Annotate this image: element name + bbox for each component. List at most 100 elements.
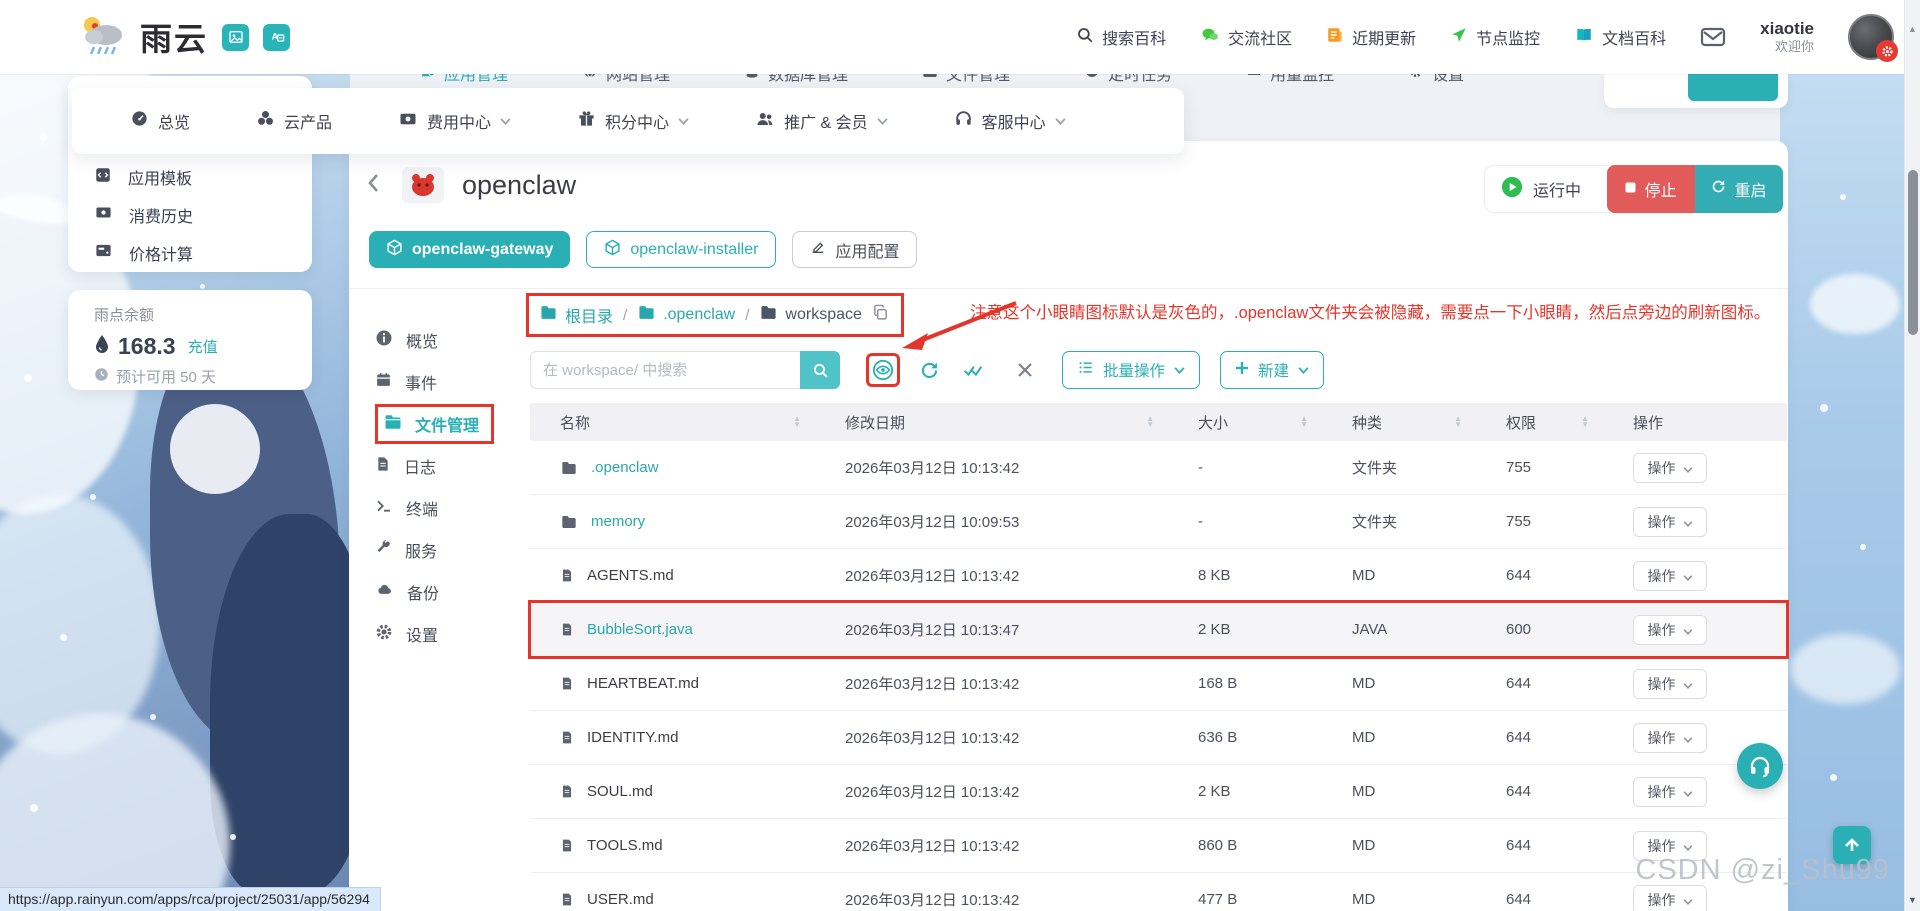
nav-community[interactable]: 交流社区 — [1200, 25, 1292, 49]
scrollbar[interactable]: ▲ ▼ — [1904, 0, 1920, 911]
file-name[interactable]: HEARTBEAT.md — [587, 675, 699, 692]
row-action-button[interactable]: 操作 — [1633, 722, 1707, 753]
row-action-button[interactable]: 操作 — [1633, 506, 1707, 537]
appnav-app-manage[interactable]: 应用管理 — [420, 74, 508, 85]
folder-icon — [560, 514, 578, 530]
appnav-usage[interactable]: 用量监控 — [1246, 74, 1334, 85]
megamenu-affiliate[interactable]: 推广 & 会员 — [755, 109, 888, 133]
tab-app-config[interactable]: 应用配置 — [792, 231, 918, 268]
appnav-cron[interactable]: 定时任务 — [1084, 74, 1172, 85]
megamenu-overview[interactable]: 总览 — [130, 109, 190, 133]
file-date: 2026年03月12日 10:13:42 — [845, 568, 1020, 585]
table-row[interactable]: memory 2026年03月12日 10:09:53 - 文件夹 755 操作 — [530, 495, 1787, 549]
new-item-dropdown[interactable]: 新建 — [1220, 351, 1325, 389]
appnav-db-manage[interactable]: 数据库管理 — [744, 74, 848, 85]
table-row[interactable]: HEARTBEAT.md 2026年03月12日 10:13:42 168 B … — [530, 657, 1787, 711]
gallery-icon[interactable] — [222, 23, 250, 51]
sort-name[interactable]: ▲ ▼ — [793, 415, 801, 429]
tab-openclaw-gateway[interactable]: openclaw-gateway — [369, 231, 571, 268]
scrollbar-up-arrow[interactable]: ▲ — [1908, 24, 1917, 34]
file-perm: 644 — [1506, 675, 1532, 692]
restart-button[interactable]: 重启 — [1695, 165, 1783, 213]
file-name[interactable]: IDENTITY.md — [587, 729, 678, 746]
support-fab[interactable] — [1737, 743, 1783, 789]
file-icon — [560, 783, 574, 800]
row-action-button[interactable]: 操作 — [1633, 560, 1707, 591]
eye-icon[interactable] — [869, 355, 897, 385]
scrollbar-down-arrow[interactable]: ▼ — [1908, 895, 1917, 905]
translate-icon[interactable]: A — [263, 23, 291, 51]
megamenu-points[interactable]: 积分中心 — [577, 109, 689, 133]
mail-icon[interactable] — [1700, 26, 1726, 48]
breadcrumb-parent[interactable]: .openclaw — [637, 304, 735, 326]
table-row[interactable]: SOUL.md 2026年03月12日 10:13:42 2 KB MD 644… — [530, 765, 1787, 819]
table-row[interactable]: BubbleSort.java 2026年03月12日 10:13:47 2 K… — [528, 600, 1789, 659]
close-icon[interactable] — [1010, 355, 1040, 385]
copy-path-icon[interactable] — [872, 304, 889, 326]
tab-openclaw-installer[interactable]: openclaw-installer — [586, 231, 777, 268]
menu-settings[interactable]: 设置 — [375, 613, 530, 655]
user-info[interactable]: xiaotie 欢迎你 — [1760, 19, 1814, 55]
file-name[interactable]: BubbleSort.java — [587, 621, 693, 638]
file-name[interactable]: SOUL.md — [587, 783, 653, 800]
file-name[interactable]: memory — [591, 513, 645, 530]
appnav-settings[interactable]: 设置 — [1408, 74, 1464, 85]
table-row[interactable]: IDENTITY.md 2026年03月12日 10:13:42 636 B M… — [530, 711, 1787, 765]
clipped-teal-button[interactable] — [1688, 74, 1778, 101]
sort-date[interactable]: ▲ ▼ — [1146, 415, 1154, 429]
file-date: 2026年03月12日 10:13:42 — [845, 838, 1020, 855]
megamenu-billing[interactable]: 费用中心 — [398, 109, 511, 133]
breadcrumb-root[interactable]: 根目录 — [539, 303, 613, 327]
recharge-link[interactable]: 充值 — [188, 336, 218, 357]
sidebar-item-app-templates[interactable]: 应用模板 — [68, 160, 312, 194]
sort-size[interactable]: ▲ ▼ — [1300, 415, 1308, 429]
appnav-site-manage[interactable]: 网站管理 — [582, 74, 670, 85]
megamenu-cloud-products[interactable]: 云产品 — [256, 109, 332, 133]
menu-events[interactable]: 事件 — [375, 361, 530, 403]
row-action-button[interactable]: 操作 — [1633, 452, 1707, 483]
table-row[interactable]: USER.md 2026年03月12日 10:13:42 477 B MD 64… — [530, 873, 1787, 911]
edit-icon — [810, 239, 826, 260]
search-button[interactable] — [800, 351, 840, 389]
menu-terminal[interactable]: 终端 — [375, 487, 530, 529]
menu-overview[interactable]: 概览 — [375, 319, 530, 361]
nav-node-monitor[interactable]: 节点监控 — [1450, 25, 1540, 49]
sidebar-item-spend-history[interactable]: 消费历史 — [68, 198, 312, 232]
folder-icon — [922, 74, 938, 84]
file-name[interactable]: USER.md — [587, 891, 654, 908]
search-input[interactable] — [530, 351, 800, 389]
file-name[interactable]: .openclaw — [591, 459, 659, 476]
row-action-button[interactable]: 操作 — [1633, 668, 1707, 699]
select-all-icon[interactable] — [958, 355, 988, 385]
nav-recent-updates[interactable]: 近期更新 — [1326, 25, 1416, 49]
file-name[interactable]: AGENTS.md — [587, 567, 674, 584]
menu-backups[interactable]: 备份 — [375, 571, 530, 613]
sort-perm[interactable]: ▲ ▼ — [1581, 415, 1589, 429]
back-button[interactable] — [367, 173, 380, 198]
status-badge: 运行中 — [1532, 183, 1581, 200]
avatar[interactable] — [1848, 14, 1898, 62]
appnav-file-manage[interactable]: 文件管理 — [922, 74, 1010, 85]
refresh-icon[interactable] — [914, 355, 944, 385]
row-action-button[interactable]: 操作 — [1633, 884, 1707, 911]
sidebar-item-price-calc[interactable]: 价格计算 — [68, 236, 312, 270]
menu-logs[interactable]: 日志 — [375, 445, 530, 487]
table-row[interactable]: AGENTS.md 2026年03月12日 10:13:42 8 KB MD 6… — [530, 549, 1787, 603]
file-name[interactable]: TOOLS.md — [587, 837, 663, 854]
menu-file-manager[interactable]: 文件管理 — [375, 403, 530, 445]
row-action-button[interactable]: 操作 — [1633, 614, 1707, 645]
brand[interactable]: 雨云 — [78, 13, 208, 62]
banknote-icon — [94, 204, 113, 226]
row-action-button[interactable]: 操作 — [1633, 776, 1707, 807]
breadcrumb-current[interactable]: workspace — [759, 304, 862, 326]
table-row[interactable]: .openclaw 2026年03月12日 10:13:42 - 文件夹 755… — [530, 441, 1787, 495]
table-row[interactable]: TOOLS.md 2026年03月12日 10:13:42 860 B MD 6… — [530, 819, 1787, 873]
sort-kind[interactable]: ▲ ▼ — [1454, 415, 1462, 429]
batch-actions-dropdown[interactable]: 批量操作 — [1062, 351, 1201, 389]
nav-docs-wiki[interactable]: 文档百科 — [1574, 25, 1666, 49]
stop-button[interactable]: 停止 — [1607, 165, 1695, 213]
megamenu-support[interactable]: 客服中心 — [954, 109, 1066, 133]
menu-services[interactable]: 服务 — [375, 529, 530, 571]
nav-search-wiki[interactable]: 搜索百科 — [1076, 25, 1166, 49]
scrollbar-thumb[interactable] — [1908, 170, 1918, 335]
